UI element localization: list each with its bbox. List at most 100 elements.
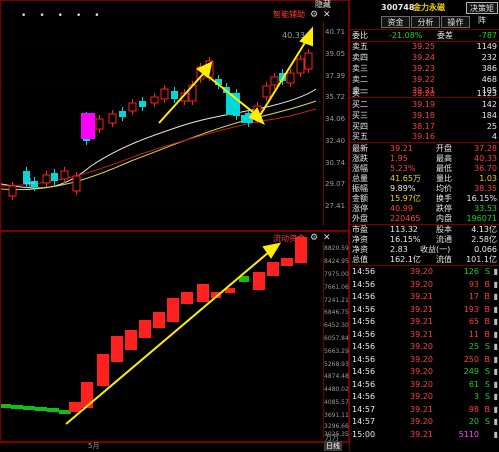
fund-flow-bar [97, 354, 109, 386]
y-label: 6057.84 [324, 335, 349, 342]
ask-row[interactable]: 卖四 39.24 232 [350, 52, 499, 63]
candle-body [160, 88, 169, 100]
bid-price: 39.19 [412, 100, 435, 109]
fund-flow-bar [153, 312, 165, 328]
tick-time: 15:00 [352, 429, 376, 439]
ask-row[interactable]: 卖二 39.22 468 [350, 74, 499, 85]
tick-row[interactable]: 14:56 39.20 93 B ▮ [350, 279, 499, 290]
scroll-marker-icon: ▮ [493, 304, 498, 314]
candle-body [8, 185, 17, 197]
y-label: 7241.21 [324, 297, 349, 304]
ma-red-line [1, 108, 317, 187]
tick-side: B [484, 279, 491, 289]
ask-row[interactable]: 卖三 39.23 386 [350, 63, 499, 74]
close-icon[interactable]: ✕ [323, 10, 331, 20]
y-label: 7975.00 [324, 271, 349, 278]
tick-volume: 249 [463, 367, 479, 376]
tick-price: 39.21 [410, 304, 433, 314]
y-label: 6846.75 [324, 309, 349, 316]
fin-label: 总值 [352, 255, 368, 264]
tick-row[interactable]: 14:56 39.20 249 S ▮ [350, 366, 499, 377]
fin-value: 162.1亿 [390, 255, 421, 264]
candlestick-chart[interactable] [1, 1, 323, 232]
candlestick-pane[interactable]: ••••• 智能辅助 隐藏 ⚙ ✕ 40.33 40.71 39.05 37.3… [0, 0, 349, 231]
fund-flow-bar [11, 405, 23, 409]
tick-row[interactable]: 14:56 39.21 65 B ▮ [350, 316, 499, 327]
tick-row[interactable]: 14:56 39.20 61 S ▮ [350, 379, 499, 390]
y-label: 37.39 [325, 72, 346, 80]
tick-side: B [484, 329, 491, 339]
y-label: 39.05 [325, 50, 346, 58]
tab-funds[interactable]: 资金 [381, 16, 410, 28]
fund-flow-bar [267, 262, 279, 276]
fund-flow-chart[interactable] [1, 232, 323, 443]
tick-row[interactable]: 14:57 39.21 98 B ▮ [350, 404, 499, 415]
ask-label: 卖四 [352, 53, 368, 62]
tick-row[interactable]: 15:00 39.21 5110 ▮ [350, 429, 499, 440]
fund-flow-bar [81, 382, 93, 408]
y-label: 8820.59 [324, 245, 349, 252]
y-label: 5663.29 [324, 348, 349, 355]
bid-row[interactable]: 买二 39.19 142 [350, 99, 499, 110]
tick-row[interactable]: 14:56 39.20 126 S ▮ [350, 266, 499, 277]
fin-label: 流值 [436, 255, 452, 264]
tick-time: 14:56 [352, 367, 376, 376]
scroll-marker-icon: ▮ [493, 329, 498, 339]
candle-body [119, 111, 126, 117]
y-label: 40.71 [325, 28, 346, 36]
scroll-marker-icon: ▮ [493, 317, 498, 326]
candle-body [95, 118, 104, 130]
tick-row[interactable]: 14:56 39.20 3 S ▮ [350, 391, 499, 402]
fund-flow-pane[interactable]: 流动资金 ⚙ ✕ 8820.59 8424.95 7975.00 7661.06… [0, 231, 349, 442]
tick-time: 14:56 [352, 279, 376, 289]
y-label: 34.06 [325, 115, 346, 123]
bid-row[interactable]: 买五 39.16 4 [350, 131, 499, 142]
tick-time: 14:57 [352, 404, 376, 414]
tick-volume: 5110 [458, 429, 479, 439]
tab-operate[interactable]: 操作 [441, 16, 470, 28]
fund-flow-bar [35, 407, 47, 411]
close-icon[interactable]: ✕ [323, 233, 331, 243]
tick-side: S [484, 379, 490, 389]
month-label: 5月 [88, 442, 100, 450]
bid-volume: 1123 [476, 89, 497, 98]
fund-flow-bar [167, 298, 179, 322]
bid-price: 39.18 [412, 111, 435, 120]
candle-body [128, 102, 137, 112]
tab-day[interactable]: 日线 [324, 441, 342, 451]
ma-white-line [1, 88, 317, 189]
ask-volume: 232 [481, 53, 497, 62]
tick-row[interactable]: 14:56 39.20 25 S ▮ [350, 341, 499, 352]
ask-price: 39.25 [412, 42, 435, 51]
tick-row[interactable]: 14:56 39.20 250 B ▮ [350, 354, 499, 365]
tick-side: B [484, 292, 491, 301]
tick-price: 39.21 [410, 292, 433, 301]
tick-side: B [484, 404, 491, 414]
fund-flow-bar [281, 258, 293, 266]
tick-row[interactable]: 14:56 39.21 193 B ▮ [350, 304, 499, 315]
tab-analysis[interactable]: 分析 [411, 16, 440, 28]
tick-row[interactable]: 14:57 39.20 20 S ▮ [350, 416, 499, 427]
stock-name: 金力永磁 [413, 3, 445, 12]
candle-body [31, 181, 38, 187]
y-label: 4480.02 [324, 386, 349, 393]
candle-body [23, 171, 30, 184]
tick-volume: 126 [463, 267, 479, 276]
fund-flow-bar [23, 406, 35, 410]
tick-volume: 11 [468, 329, 479, 339]
ask-price: 39.24 [412, 53, 435, 62]
tick-side: S [484, 392, 490, 401]
candle-body [60, 170, 69, 180]
bid-row[interactable]: 买一 39.20 1123 [350, 88, 499, 99]
candle-body [304, 52, 313, 70]
fund-flow-bar [139, 320, 151, 338]
bid-row[interactable]: 买三 39.18 184 [350, 110, 499, 121]
ask-row[interactable]: 卖五 39.25 1149 [350, 41, 499, 52]
tab-decision-matrix[interactable]: 决策矩阵 [466, 2, 498, 25]
tick-row[interactable]: 14:56 39.21 17 B ▮ [350, 291, 499, 302]
y-label: 27.41 [325, 202, 346, 210]
candle-body [42, 174, 51, 184]
tick-row[interactable]: 14:56 39.21 11 B ▮ [350, 329, 499, 340]
tick-time: 14:56 [352, 379, 376, 389]
bid-volume: 184 [481, 111, 497, 120]
